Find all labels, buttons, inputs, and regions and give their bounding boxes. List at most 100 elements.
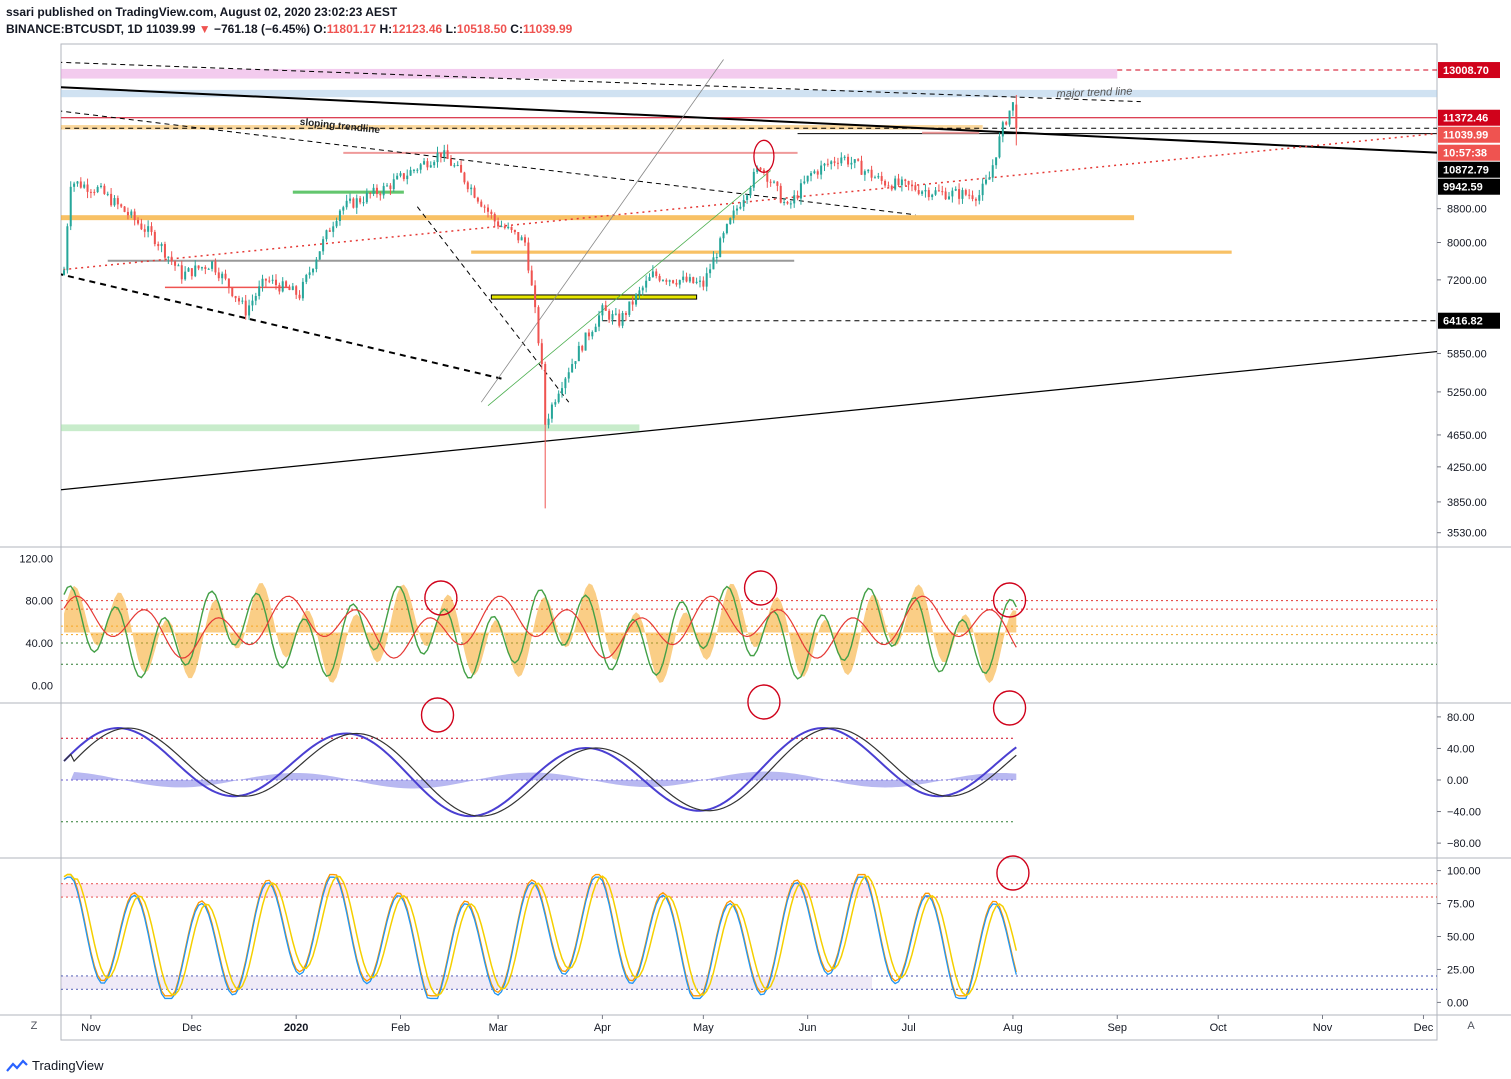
time-tick-label: Apr (594, 1022, 611, 1034)
candle (715, 257, 718, 259)
candle (621, 313, 624, 326)
candle (285, 281, 288, 287)
candle (328, 230, 331, 232)
candle (338, 210, 341, 222)
candle (762, 169, 765, 172)
candle (62, 270, 66, 275)
candle (598, 315, 601, 327)
candle (382, 186, 385, 196)
candle (820, 165, 823, 175)
candle (460, 164, 463, 173)
red-dotted-trendline (61, 132, 1437, 271)
candle (826, 163, 829, 165)
candle (79, 181, 82, 188)
candle (688, 277, 691, 282)
candle (187, 268, 190, 272)
candle (227, 278, 230, 288)
annotation-circle (996, 855, 1030, 891)
candle (375, 187, 378, 195)
candle (436, 152, 439, 163)
candle (678, 280, 681, 285)
channel-lower (487, 170, 771, 406)
time-tick-label: 2020 (284, 1022, 308, 1034)
candle (322, 239, 325, 252)
candle (123, 206, 126, 212)
candle (409, 170, 412, 176)
candle (470, 187, 473, 190)
candle (268, 280, 271, 282)
candle (217, 272, 220, 279)
candle (271, 279, 274, 281)
candle (150, 226, 153, 232)
candle (628, 301, 631, 315)
candle (335, 221, 338, 227)
candle (429, 165, 432, 168)
candle (369, 192, 372, 194)
candle (153, 231, 156, 245)
candle (355, 198, 358, 208)
candle (991, 165, 994, 178)
price-label: 11372.46 (1443, 113, 1488, 125)
candle (1011, 102, 1014, 111)
candle (584, 332, 587, 351)
candle (951, 190, 954, 197)
candle (884, 181, 887, 186)
candle (789, 203, 792, 205)
candle (594, 326, 597, 332)
candle (803, 181, 806, 184)
candle (604, 305, 607, 311)
candle (547, 418, 550, 425)
candle (776, 181, 779, 186)
osc-tick-label: 80.00 (1447, 712, 1475, 724)
candle (224, 273, 227, 279)
candle (867, 169, 870, 172)
candle (665, 280, 668, 282)
annotation-major-trend-line: major trend line (1056, 86, 1132, 101)
candle (523, 237, 527, 243)
candle (810, 173, 813, 176)
candle (974, 199, 977, 201)
candle (513, 229, 516, 233)
candle (954, 189, 957, 191)
candle (352, 198, 355, 208)
candle (264, 278, 267, 281)
candle (725, 224, 728, 234)
candle (140, 223, 143, 230)
candle (113, 198, 116, 206)
osc-tick-label: 100.00 (1447, 866, 1481, 878)
candle (890, 185, 893, 190)
brand-name[interactable]: TradingView (32, 1058, 104, 1073)
osc-tick-label: 40.00 (25, 638, 53, 650)
price-label: 10872.79 (1443, 165, 1489, 177)
candle (611, 314, 614, 320)
candle (618, 313, 621, 326)
candle (483, 206, 486, 208)
candle (83, 184, 86, 188)
zoom-button[interactable]: Z (27, 1020, 41, 1034)
candle (446, 150, 449, 159)
candle (318, 251, 321, 260)
candle (412, 169, 415, 171)
candle (177, 265, 180, 267)
candle (365, 192, 368, 203)
chart-canvas[interactable]: Nov Dec 2020 Feb Mar Apr May Jun Jul Aug Sep Oct Nov… (0, 0, 1511, 1079)
candle (540, 343, 543, 365)
time-tick-label: May (693, 1022, 714, 1034)
candle (490, 211, 493, 214)
time-tick-label: Dec (182, 1022, 202, 1034)
candle (500, 226, 503, 228)
annotation-circle (753, 139, 775, 173)
candle (709, 269, 712, 274)
oscillator-pane-2: 80.00 40.00 0.00 −40.00 −80.00 (61, 712, 1481, 850)
candle (645, 280, 648, 288)
candle (749, 187, 752, 196)
time-tick-label: Feb (391, 1022, 410, 1034)
auto-scale-button[interactable]: A (1464, 1020, 1478, 1034)
candle (308, 272, 311, 275)
osc-tick-label: 50.00 (1447, 932, 1475, 944)
candle (998, 136, 1001, 158)
channel-upper (480, 59, 724, 403)
time-tick-label: Jul (902, 1022, 916, 1034)
candle (816, 171, 819, 175)
price-label: 6416.82 (1443, 316, 1483, 328)
